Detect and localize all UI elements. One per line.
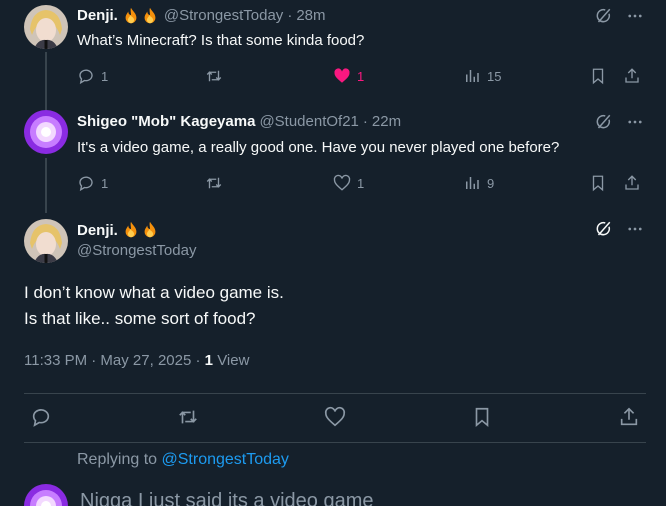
tweet-meta: 11:33 PM · May 27, 2025 · 1 View (24, 352, 249, 369)
divider (24, 393, 646, 394)
tweet-text: It's a video game, a really good one. Ha… (77, 139, 560, 156)
replying-to-label: Replying to (77, 451, 158, 468)
tweet-header: Shigeo "Mob" Kageyama @StudentOf21 · 22m (77, 112, 401, 132)
share-button[interactable] (618, 406, 640, 428)
tweet-header: Denji. @StrongestToday · 28m (77, 6, 326, 26)
grok-icon[interactable] (594, 7, 612, 25)
like-button[interactable]: 1 (333, 67, 463, 85)
reply-button[interactable]: 1 (77, 67, 205, 85)
tweet-actions: 1 1 15 (77, 65, 645, 87)
separator-dot: · (362, 113, 368, 130)
tweet-text-line: I don’t know what a video game is. (24, 283, 284, 302)
grok-icon[interactable] (594, 220, 612, 238)
avatar[interactable] (24, 219, 68, 263)
tweet-timestamp[interactable]: 11:33 PM · May 27, 2025 (24, 352, 191, 369)
tweet-top-actions (594, 113, 644, 131)
tweet-time[interactable]: 22m (372, 112, 401, 132)
views-button[interactable]: 15 (463, 67, 589, 85)
fire-emoji (122, 221, 160, 239)
avatar[interactable] (24, 110, 68, 154)
avatar[interactable] (24, 484, 68, 506)
tweet-top-actions (594, 7, 644, 25)
like-count: 1 (357, 175, 365, 191)
separator-dot: · (287, 7, 293, 24)
tweet-time[interactable]: 28m (296, 6, 325, 26)
retweet-button[interactable] (205, 174, 333, 192)
more-icon[interactable] (626, 113, 644, 131)
user-handle[interactable]: @StudentOf21 (259, 112, 358, 132)
tweet-thread-page: Denji. @StrongestToday · 28m What’s Mine… (0, 0, 666, 506)
retweet-button[interactable] (205, 67, 333, 85)
reply-count: 1 (101, 175, 109, 191)
reply-count: 1 (101, 68, 109, 84)
main-tweet-actions (24, 404, 646, 430)
reply-button[interactable] (30, 406, 52, 428)
view-label: View (217, 352, 250, 369)
view-count: 9 (487, 175, 495, 191)
more-icon[interactable] (626, 220, 644, 238)
view-count: 15 (487, 68, 502, 84)
user-handle[interactable]: @StrongestToday (77, 242, 196, 259)
view-count: 1 (204, 352, 214, 369)
fire-emoji (122, 7, 160, 25)
display-name[interactable]: Denji. (77, 222, 118, 239)
replying-to-handle[interactable]: @StrongestToday (162, 451, 289, 468)
share-button[interactable] (623, 67, 641, 85)
replying-to: Replying to @StrongestToday (77, 451, 289, 469)
thread-connector (45, 52, 47, 110)
bookmark-button[interactable] (589, 67, 623, 85)
separator-dot: · (195, 352, 205, 369)
display-name[interactable]: Denji. (77, 6, 118, 26)
avatar[interactable] (24, 5, 68, 49)
tweet-header: Denji. (77, 220, 160, 240)
more-icon[interactable] (626, 7, 644, 25)
retweet-button[interactable] (177, 406, 199, 428)
like-button[interactable] (324, 406, 346, 428)
divider (24, 442, 646, 443)
tweet-text-line: Is that like.. some sort of food? (24, 309, 256, 328)
tweet-text: I don’t know what a video game is. Is th… (24, 280, 284, 332)
tweet-actions: 1 1 9 (77, 172, 645, 194)
tweet-top-actions (594, 220, 644, 238)
thread-connector (45, 158, 47, 213)
tweet-text: What’s Minecraft? Is that some kinda foo… (77, 32, 365, 49)
bookmark-button[interactable] (589, 174, 623, 192)
views-button[interactable]: 9 (463, 174, 589, 192)
reply-button[interactable]: 1 (77, 174, 205, 192)
like-button[interactable]: 1 (333, 174, 463, 192)
user-handle[interactable]: @StrongestToday (164, 6, 283, 26)
share-button[interactable] (623, 174, 641, 192)
grok-icon[interactable] (594, 113, 612, 131)
bookmark-button[interactable] (471, 406, 493, 428)
like-count: 1 (357, 68, 365, 84)
reply-compose-input[interactable]: Nigga I just said its a video game (80, 490, 374, 506)
display-name[interactable]: Shigeo "Mob" Kageyama (77, 112, 255, 132)
